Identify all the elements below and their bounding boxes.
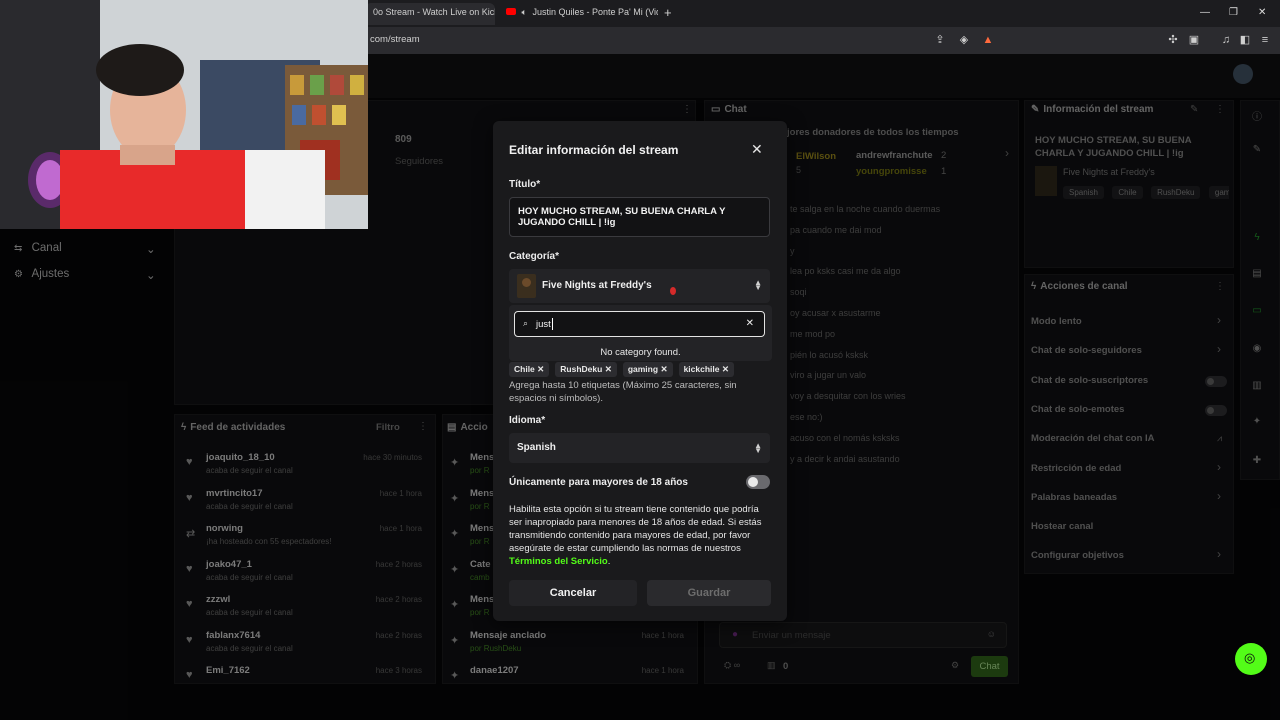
maximize-button[interactable]: ❐	[1229, 7, 1238, 18]
mature-toggle[interactable]	[746, 475, 770, 489]
remove-tag-icon[interactable]: ✕	[605, 364, 612, 374]
new-tab-button[interactable]: +	[664, 5, 672, 20]
language-label: Idioma*	[509, 415, 546, 426]
extensions-icon[interactable]: ✣	[1166, 33, 1180, 47]
close-icon[interactable]: ✕	[751, 141, 763, 158]
search-icon: ⌕	[523, 318, 529, 328]
title-label: Título*	[509, 179, 541, 190]
save-button[interactable]: Guardar	[647, 580, 771, 606]
address-bar[interactable]: com/stream	[370, 34, 420, 45]
title-input[interactable]: HOY MUCHO STREAM, SU BUENA CHARLA Y JUGA…	[509, 197, 770, 237]
category-search-input[interactable]: ⌕ just ✕	[514, 311, 765, 337]
language-select-value: Spanish	[517, 442, 556, 453]
rewards-icon[interactable]: ▲	[981, 33, 995, 47]
tags-list: Chile ✕ RushDeku ✕ gaming ✕ kickchile ✕	[509, 359, 740, 377]
webcam-image	[0, 0, 368, 229]
remove-tag-icon[interactable]: ✕	[537, 364, 544, 374]
webcam-overlay	[0, 0, 368, 229]
sort-icon: ▲ ▼	[754, 278, 762, 292]
minimize-button[interactable]: —	[1200, 7, 1210, 18]
sidebar-toggle-icon[interactable]: ◧	[1238, 33, 1252, 47]
terms-link[interactable]: Términos del Servicio	[509, 556, 608, 567]
text-caret	[552, 318, 553, 330]
browser-tab[interactable]: 🔈︎ Justin Quiles - Ponte Pa' Mi (Vide	[498, 3, 658, 25]
mature-help-text: Habilita esta opción si tu stream tiene …	[509, 504, 762, 567]
cancel-button[interactable]: Cancelar	[509, 580, 637, 606]
shield-icon[interactable]: ◈	[957, 33, 971, 47]
menu-icon[interactable]: ≡	[1258, 33, 1272, 47]
tab-title: Justin Quiles - Ponte Pa' Mi (Vide	[532, 7, 658, 17]
tab-title: 0o Stream - Watch Live on Kick	[373, 7, 495, 17]
speaker-icon: 🔈︎	[521, 7, 527, 17]
share-icon[interactable]: ⇪	[933, 33, 947, 47]
category-dropdown: ⌕ just ✕ No category found.	[509, 305, 772, 361]
category-thumbnail	[517, 274, 536, 298]
tag-chip[interactable]: RushDeku ✕	[555, 362, 617, 377]
title-input-value: HOY MUCHO STREAM, SU BUENA CHARLA Y JUGA…	[518, 206, 726, 228]
edit-stream-dialog: Editar información del stream ✕ Título* …	[493, 121, 787, 621]
search-input-value: just	[536, 319, 551, 330]
no-results-message: No category found.	[600, 347, 681, 358]
remove-tag-icon[interactable]: ✕	[660, 364, 667, 374]
mature-label: Únicamente para mayores de 18 años	[509, 477, 688, 488]
category-select-value: Five Nights at Freddy's	[542, 280, 652, 291]
support-button[interactable]: ◎	[1235, 643, 1267, 675]
wallet-icon[interactable]: ▣	[1187, 33, 1201, 47]
cursor-indicator	[670, 287, 676, 295]
headset-icon: ◎	[1244, 650, 1256, 665]
media-icon[interactable]: ♫	[1219, 33, 1233, 47]
browser-tab[interactable]: 0o Stream - Watch Live on Kick	[365, 3, 495, 25]
tag-chip[interactable]: kickchile ✕	[678, 362, 734, 377]
tag-chip[interactable]: gaming ✕	[622, 362, 673, 377]
close-window-button[interactable]: ✕	[1258, 7, 1266, 18]
tags-help-text: Agrega hasta 10 etiquetas (Máximo 25 car…	[509, 380, 737, 404]
clear-icon[interactable]: ✕	[746, 318, 754, 329]
category-label: Categoría*	[509, 251, 560, 262]
category-select[interactable]: Five Nights at Freddy's ▲ ▼	[509, 269, 770, 303]
youtube-icon	[506, 8, 516, 15]
sort-icon: ▲ ▼	[754, 441, 762, 455]
remove-tag-icon[interactable]: ✕	[722, 364, 729, 374]
tag-chip[interactable]: Chile ✕	[509, 362, 550, 377]
dialog-title: Editar información del stream	[509, 143, 679, 157]
language-select[interactable]: Spanish ▲ ▼	[509, 433, 770, 463]
